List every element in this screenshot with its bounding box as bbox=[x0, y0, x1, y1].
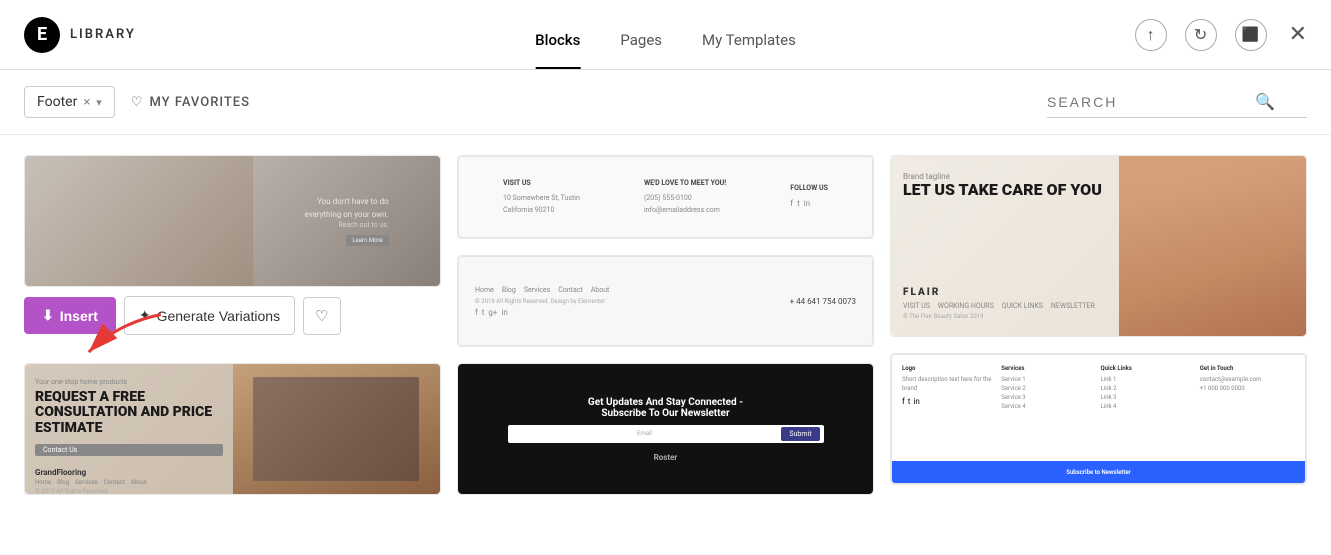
header-actions: ↑ ↻ ⬛ ✕ bbox=[1135, 19, 1307, 51]
elementor-logo: E bbox=[24, 17, 60, 53]
template-card-beauty-brand[interactable]: Brand tagline LET US TAKE CARE OF YOU FL… bbox=[890, 155, 1307, 337]
close-icon: ✕ bbox=[1289, 22, 1307, 47]
search-icon: 🔍 bbox=[1255, 92, 1275, 111]
heart-icon: ♡ bbox=[315, 307, 328, 325]
category-filter-dropdown[interactable]: Footer × ▾ bbox=[24, 86, 115, 118]
my-favorites-button[interactable]: ♡ MY FAVORITES bbox=[131, 95, 250, 110]
header-tabs: Blocks Pages My Templates bbox=[535, 0, 796, 69]
upload-icon: ↑ bbox=[1147, 25, 1155, 45]
search-box[interactable]: 🔍 bbox=[1047, 86, 1307, 118]
template-card-newsletter-dark[interactable]: Get Updates And Stay Connected -Subscrib… bbox=[457, 363, 874, 495]
filter-clear-button[interactable]: × bbox=[83, 95, 90, 110]
thumb-nav: HomeBlogServicesContactAbout © 2019 All … bbox=[458, 256, 873, 346]
filter-label: Footer bbox=[37, 94, 77, 110]
search-input[interactable] bbox=[1047, 94, 1247, 110]
thumb-beauty: Brand tagline LET US TAKE CARE OF YOU FL… bbox=[891, 156, 1306, 336]
header-logo-section: E LIBRARY bbox=[24, 17, 136, 53]
thumb-flooring: Your one-stop home products Request a fr… bbox=[25, 364, 440, 494]
tab-pages[interactable]: Pages bbox=[620, 0, 662, 69]
template-card-nav-footer[interactable]: HomeBlogServicesContactAbout © 2019 All … bbox=[457, 255, 874, 347]
tab-blocks[interactable]: Blocks bbox=[535, 0, 580, 69]
save-icon: ⬛ bbox=[1242, 27, 1259, 43]
card-actions-overlay: ⬇ Insert ✦ Generate Variations ♡ bbox=[24, 296, 341, 335]
template-column-1: You don't have to do everything on your … bbox=[24, 155, 449, 532]
toolbar-left: Footer × ▾ ♡ MY FAVORITES bbox=[24, 86, 250, 118]
upload-icon-button[interactable]: ↑ bbox=[1135, 19, 1167, 51]
toolbar: Footer × ▾ ♡ MY FAVORITES 🔍 bbox=[0, 70, 1331, 135]
favorite-button[interactable]: ♡ bbox=[303, 297, 340, 335]
tab-my-templates[interactable]: My Templates bbox=[702, 0, 796, 69]
template-card-3col-footer[interactable]: VISIT US 10 Somewhere St, Tustin Califor… bbox=[457, 155, 874, 239]
template-card-photo-footer[interactable]: You don't have to do everything on your … bbox=[24, 155, 441, 287]
library-title: LIBRARY bbox=[70, 27, 136, 42]
thumb-newsletter: Get Updates And Stay Connected -Subscrib… bbox=[458, 364, 873, 494]
template-column-3: Brand tagline LET US TAKE CARE OF YOU FL… bbox=[882, 155, 1307, 532]
template-column-2: VISIT US 10 Somewhere St, Tustin Califor… bbox=[449, 155, 882, 532]
filter-arrow-icon: ▾ bbox=[96, 96, 102, 109]
card-wrapper-1: You don't have to do everything on your … bbox=[24, 155, 441, 287]
thumb-photo-footer: You don't have to do everything on your … bbox=[25, 156, 440, 286]
header: E LIBRARY Blocks Pages My Templates ↑ ↻ … bbox=[0, 0, 1331, 70]
refresh-icon-button[interactable]: ↻ bbox=[1185, 19, 1217, 51]
close-button[interactable]: ✕ bbox=[1289, 22, 1307, 47]
thumb-links: Logo Short description text here for the… bbox=[891, 354, 1306, 484]
thumb-3col: VISIT US 10 Somewhere St, Tustin Califor… bbox=[458, 156, 873, 238]
save-icon-button[interactable]: ⬛ bbox=[1235, 19, 1267, 51]
refresh-icon: ↻ bbox=[1194, 25, 1207, 44]
template-card-links-footer[interactable]: Logo Short description text here for the… bbox=[890, 353, 1307, 485]
heart-icon: ♡ bbox=[131, 95, 144, 110]
content-grid: You don't have to do everything on your … bbox=[0, 135, 1331, 552]
insert-icon: ⬇ bbox=[42, 307, 54, 324]
favorites-label: MY FAVORITES bbox=[149, 95, 250, 110]
template-card-flooring-footer[interactable]: Your one-stop home products Request a fr… bbox=[24, 363, 441, 495]
